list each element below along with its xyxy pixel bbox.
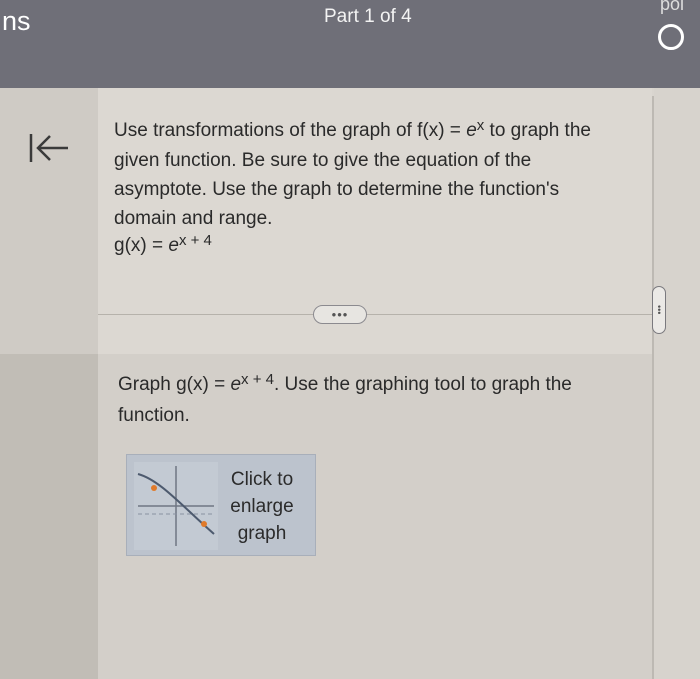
graph-thumbnail-icon[interactable] (134, 462, 218, 550)
question-text: Use transformations of the graph of f(x)… (114, 116, 594, 233)
question-base: e (466, 120, 477, 141)
question-exponent: x (476, 117, 485, 134)
expand-more-button[interactable]: ••• (313, 305, 367, 324)
part-instruction: Graph g(x) = ex + 4. Use the graphing to… (118, 370, 618, 431)
question-line1-post: to (484, 120, 506, 141)
function-formula: g(x) = ex + 4 (114, 232, 212, 257)
back-to-start-icon[interactable] (26, 128, 72, 168)
enlarge-graph-label[interactable]: Click to enlarge graph (218, 466, 306, 547)
panel-resize-handle[interactable]: ••• (652, 286, 666, 334)
divider-line (98, 314, 652, 315)
formula-base: e (168, 235, 179, 256)
question-line1-pre: Use transformations of the graph of f(x)… (114, 120, 467, 141)
top-bar: ns Part 1 of 4 poi (0, 0, 700, 88)
part-indicator: Part 1 of 4 (324, 6, 412, 27)
points-fragment: poi (660, 0, 685, 14)
formula-exponent: x + 4 (178, 232, 212, 249)
part-exponent: x + 4 (241, 371, 274, 388)
circle-icon[interactable] (658, 24, 684, 50)
header-title-fragment: ns (2, 6, 31, 36)
right-edge (654, 88, 700, 679)
part-base: e (230, 374, 242, 395)
left-gutter-lower (0, 354, 98, 679)
panel-divider (652, 96, 654, 679)
handle-dots: ••• (654, 305, 664, 315)
part-pre: Graph g(x) = (118, 374, 231, 395)
formula-lhs: g(x) = (114, 235, 169, 256)
